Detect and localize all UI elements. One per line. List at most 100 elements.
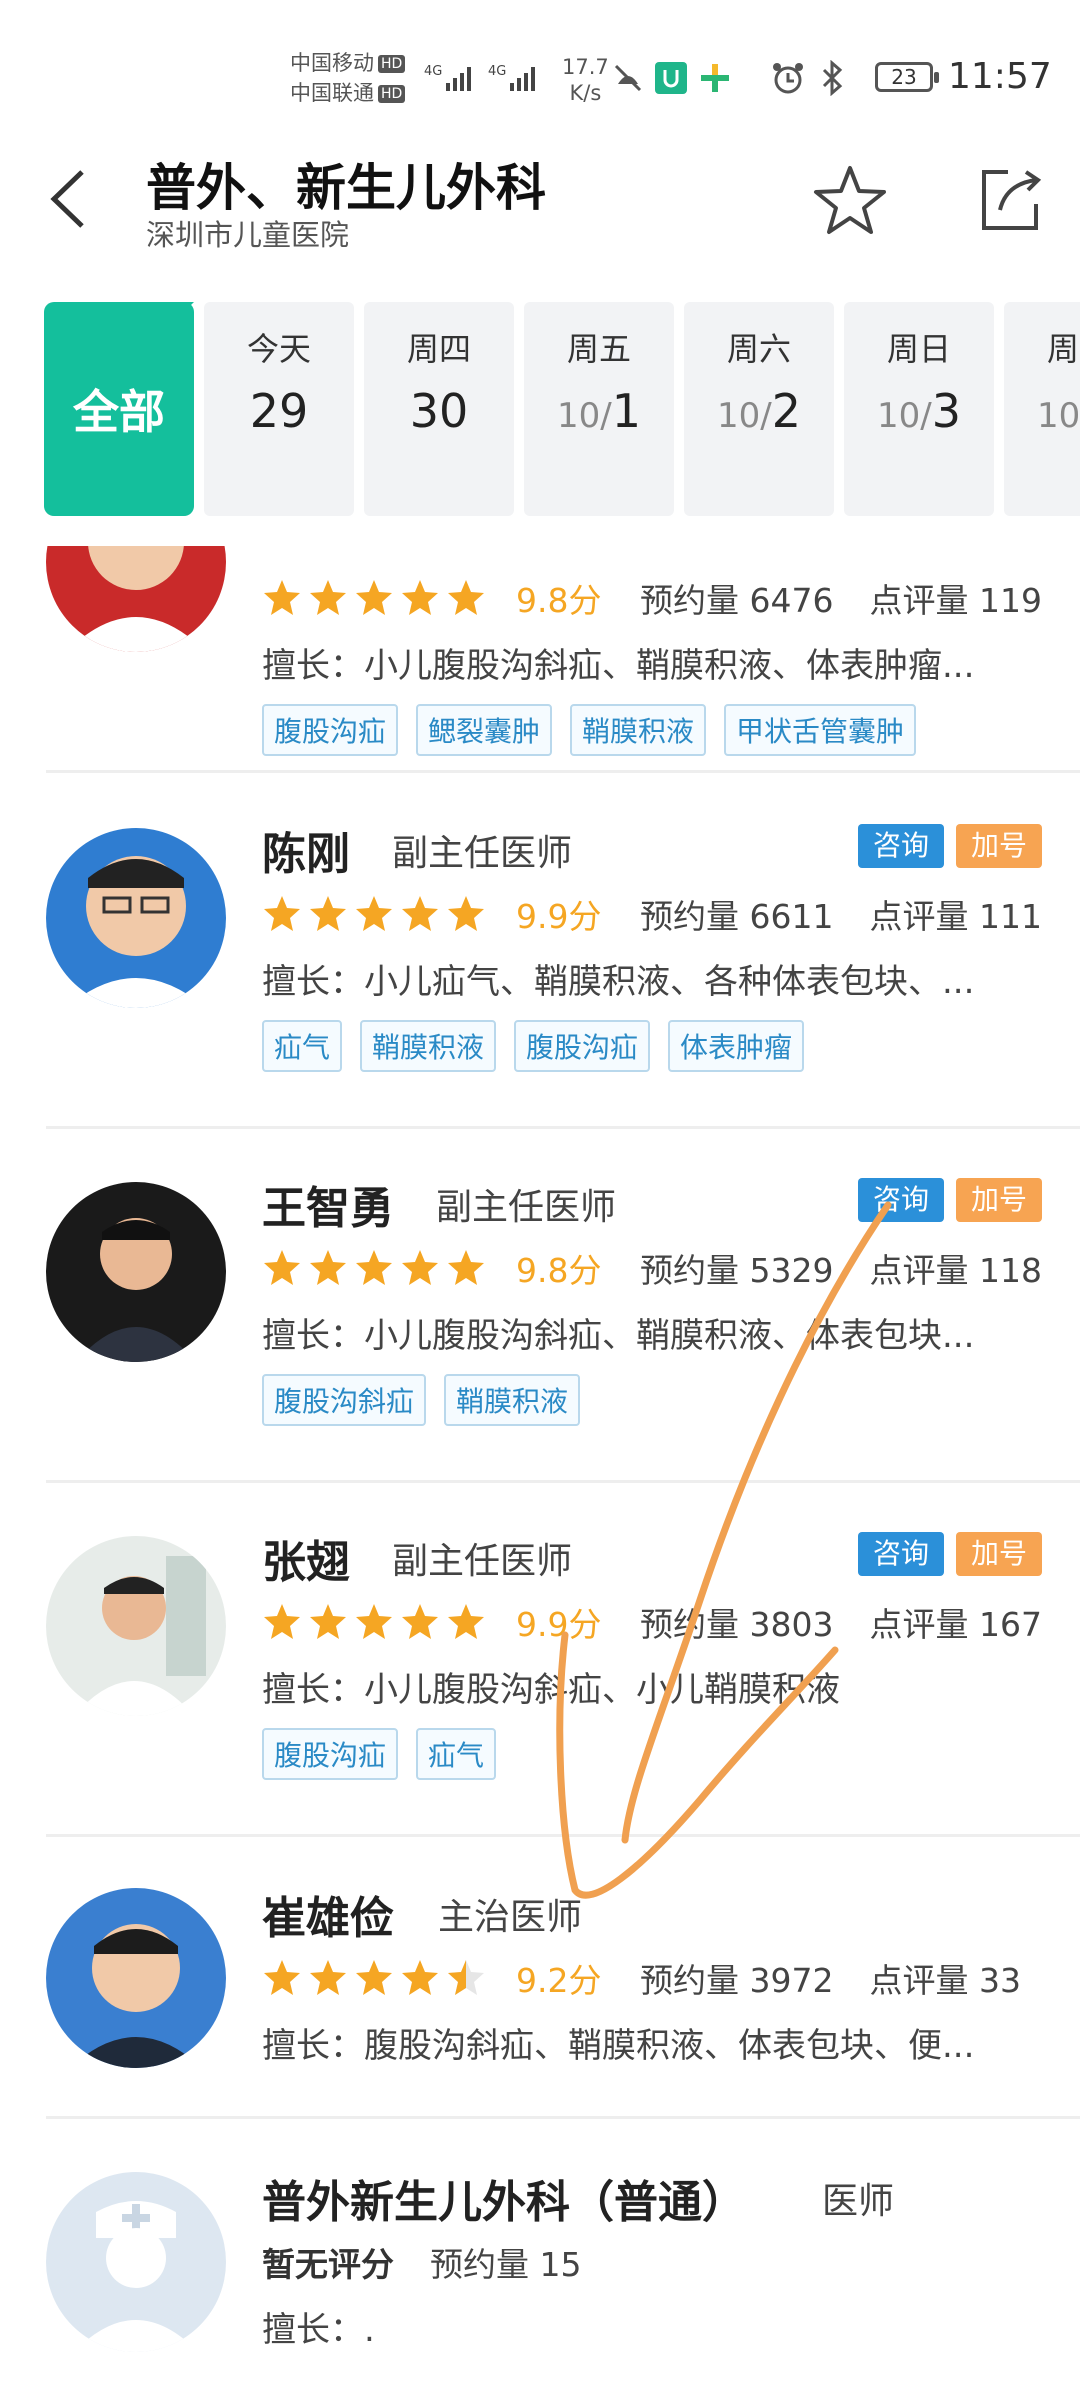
score: 9.9分 bbox=[516, 1605, 602, 1644]
back-button[interactable] bbox=[44, 164, 94, 234]
tag[interactable]: 腹股沟斜疝 bbox=[262, 1374, 427, 1426]
divider bbox=[46, 2116, 1080, 2119]
clock: 11:57 bbox=[948, 56, 1052, 97]
tag[interactable]: 甲状舌管囊肿 bbox=[724, 704, 917, 756]
tag[interactable]: 鞘膜积液 bbox=[360, 1020, 497, 1072]
consult-button[interactable]: 咨询 bbox=[858, 1178, 944, 1222]
favorite-button[interactable] bbox=[810, 160, 890, 240]
rating-row: 暂无评分 预约量 15 bbox=[262, 2238, 581, 2286]
tag-list: 疝气 鞘膜积液 腹股沟疝 体表肿瘤 bbox=[262, 1020, 822, 1072]
doctor-name: 张翅 bbox=[262, 1537, 350, 1588]
add-appointment-button[interactable]: 加号 bbox=[956, 1178, 1042, 1222]
tag[interactable]: 腹股沟疝 bbox=[262, 1728, 399, 1780]
chevron-left-icon bbox=[50, 170, 84, 228]
tag[interactable]: 鞘膜积液 bbox=[570, 704, 707, 756]
tag-list: 腹股沟疝 疝气 bbox=[262, 1728, 514, 1780]
appointment-count: 预约量 3972 bbox=[640, 1961, 834, 2000]
date-month: 10/ bbox=[717, 396, 772, 436]
tag[interactable]: 鳃裂囊肿 bbox=[416, 704, 553, 756]
battery-indicator: 23 bbox=[875, 62, 939, 92]
status-bar: 中国移动 HD 中国联通 HD 4G 4G 17.7 K/s 23 11:57 bbox=[0, 0, 1080, 150]
divider bbox=[46, 770, 1080, 773]
tag[interactable]: 疝气 bbox=[416, 1728, 497, 1780]
doctor-card[interactable]: 张翅 副主任医师 咨询 加号 9.9分 预约量 3803 点评量 167 擅长：… bbox=[0, 1516, 1080, 1846]
consult-button[interactable]: 咨询 bbox=[858, 824, 944, 868]
share-button[interactable] bbox=[970, 160, 1050, 240]
doctor-avatar-placeholder bbox=[46, 2172, 226, 2352]
star-icon bbox=[310, 1250, 346, 1285]
date-tab[interactable]: 今天 29 bbox=[204, 302, 354, 516]
date-tab[interactable]: 周日 10/3 bbox=[844, 302, 994, 516]
date-tab[interactable]: 周六 10/2 bbox=[684, 302, 834, 516]
date-tab[interactable]: 周五 10/1 bbox=[524, 302, 674, 516]
appointment-count: 预约量 6476 bbox=[640, 581, 834, 620]
add-appointment-button[interactable]: 加号 bbox=[956, 1532, 1042, 1576]
date-day: 29 bbox=[249, 384, 309, 438]
rating-row: 9.8分 预约量 6476 点评量 119 bbox=[262, 574, 1042, 622]
star-rating bbox=[262, 1602, 492, 1642]
doctor-avatar bbox=[46, 546, 226, 652]
star-icon bbox=[448, 1250, 484, 1285]
star-icon bbox=[264, 1604, 300, 1639]
date-month: 10/ bbox=[1037, 396, 1080, 436]
consult-button[interactable]: 咨询 bbox=[858, 1532, 944, 1576]
tag[interactable]: 体表肿瘤 bbox=[668, 1020, 805, 1072]
date-month: 10/ bbox=[557, 396, 612, 436]
doctor-card[interactable]: 陈刚 副主任医师 咨询 加号 9.9分 预约量 6611 点评量 111 擅长：… bbox=[0, 808, 1080, 1138]
doctor-card[interactable]: 普外新生儿外科（普通） 医师 暂无评分 预约量 15 擅长：. bbox=[0, 2152, 1080, 2400]
carrier-2: 中国联通 bbox=[290, 81, 374, 105]
date-weekday: 周五 bbox=[566, 330, 631, 368]
tag[interactable]: 腹股沟疝 bbox=[262, 704, 399, 756]
tag[interactable]: 鞘膜积液 bbox=[444, 1374, 581, 1426]
star-icon bbox=[310, 1604, 346, 1639]
date-tab[interactable]: 周四 30 bbox=[364, 302, 514, 516]
star-outline-icon bbox=[814, 166, 886, 234]
app-notification-icon bbox=[654, 58, 688, 98]
star-icon bbox=[356, 896, 392, 931]
svg-text:4G: 4G bbox=[424, 64, 442, 79]
star-icon bbox=[264, 896, 300, 931]
signal-icon: 4G 4G bbox=[424, 58, 554, 98]
hospital-name: 深圳市儿童医院 bbox=[146, 218, 350, 252]
alarm-icon bbox=[770, 58, 806, 98]
date-month: 10/ bbox=[877, 396, 932, 436]
tag[interactable]: 腹股沟疝 bbox=[514, 1020, 651, 1072]
date-weekday: 周六 bbox=[726, 330, 791, 368]
appointment-count: 预约量 3803 bbox=[640, 1605, 834, 1644]
star-icon bbox=[402, 1604, 438, 1639]
tag[interactable]: 疝气 bbox=[262, 1020, 343, 1072]
date-tab[interactable]: 周一 10/4 bbox=[1004, 302, 1080, 516]
star-rating bbox=[262, 1958, 492, 1998]
divider bbox=[46, 1480, 1080, 1483]
share-icon bbox=[982, 170, 1042, 230]
add-appointment-button[interactable]: 加号 bbox=[956, 824, 1042, 868]
star-icon bbox=[402, 896, 438, 931]
carrier-1: 中国移动 bbox=[290, 51, 374, 75]
hd-badge: HD bbox=[378, 85, 406, 103]
date-tabs: 全部 今天 29 周四 30 周五 10/1 周六 10/2 周日 10/3 周… bbox=[44, 302, 1080, 516]
doctor-card[interactable]: 崔雄俭 主治医师 9.2分 预约量 3972 点评量 33 擅长：腹股沟斜疝、鞘… bbox=[0, 1868, 1080, 2128]
doctor-avatar bbox=[46, 828, 226, 1008]
star-icon bbox=[310, 896, 346, 931]
score: 9.2分 bbox=[516, 1961, 602, 2000]
score: 9.8分 bbox=[516, 1251, 602, 1290]
doctor-card[interactable]: 9.8分 预约量 6476 点评量 119 擅长：小儿腹股沟斜疝、鞘膜积液、体表… bbox=[0, 546, 1080, 782]
star-icon bbox=[356, 1960, 392, 1995]
star-icon bbox=[356, 1604, 392, 1639]
star-rating bbox=[262, 1248, 492, 1288]
health-app-icon bbox=[698, 58, 732, 98]
speed-unit: K/s bbox=[569, 81, 602, 105]
review-count: 点评量 119 bbox=[869, 581, 1042, 620]
review-count: 点评量 118 bbox=[869, 1251, 1042, 1290]
doctor-card[interactable]: 王智勇 副主任医师 咨询 加号 9.8分 预约量 5329 点评量 118 擅长… bbox=[0, 1162, 1080, 1492]
star-icon bbox=[448, 1604, 484, 1639]
specialty-text: 擅长：小儿腹股沟斜疝、鞘膜积液、体表包块... bbox=[262, 1316, 975, 1356]
star-icon bbox=[310, 580, 346, 615]
rating-row: 9.8分 预约量 5329 点评量 118 bbox=[262, 1244, 1042, 1292]
review-count: 点评量 111 bbox=[869, 897, 1042, 936]
star-icon bbox=[402, 580, 438, 615]
divider bbox=[46, 1126, 1080, 1129]
tag-list: 腹股沟斜疝 鞘膜积液 bbox=[262, 1374, 598, 1426]
specialty-text: 擅长：小儿疝气、鞘膜积液、各种体表包块、... bbox=[262, 962, 975, 1002]
rating-row: 9.9分 预约量 3803 点评量 167 bbox=[262, 1598, 1042, 1646]
